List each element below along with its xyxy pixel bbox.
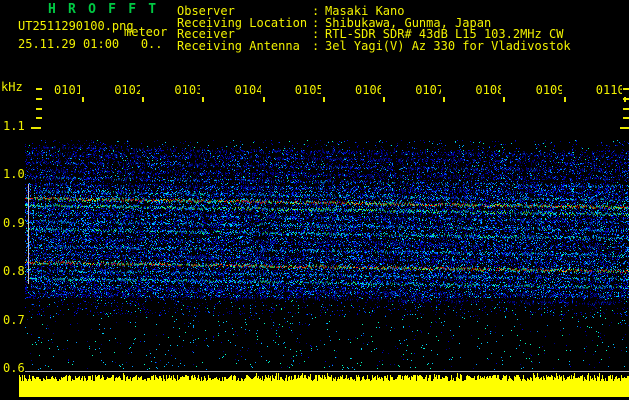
- y-axis-unit: kHz: [1, 80, 23, 94]
- info-value: 3el Yagi(V) Az 330 for Vladivostok: [325, 38, 571, 53]
- tick-mark: [36, 107, 42, 110]
- info-colon: :: [312, 38, 320, 53]
- x-axis-label: 0102: [114, 84, 141, 97]
- spectrogram-canvas: [25, 132, 629, 372]
- tick-mark: [623, 107, 629, 110]
- x-axis-label: 0108: [475, 84, 502, 97]
- tick-mark: [383, 97, 385, 102]
- y-axis-label: 0.9: [3, 215, 25, 230]
- tick-mark: [142, 97, 145, 102]
- tick-mark: [443, 97, 446, 102]
- x-axis-label: 0101: [54, 84, 80, 97]
- output-filename: UT2511290100.png: [18, 19, 134, 33]
- tick-mark: [82, 97, 84, 102]
- y-axis-label: 1.0: [3, 167, 25, 182]
- y-axis-label: 0.7: [3, 312, 25, 327]
- x-axis-label: 0104: [234, 84, 261, 97]
- tick-mark: [36, 117, 42, 120]
- tick-mark: [36, 88, 42, 91]
- tick-mark: [623, 97, 626, 102]
- y-axis-label: 1.1: [3, 119, 25, 133]
- datetime-count-line: 25.11.29 01:00 0..: [18, 37, 163, 51]
- x-axis-label: 0106: [355, 84, 381, 97]
- x-axis-label: 0103: [174, 84, 201, 97]
- x-axis-label: 0109: [535, 84, 562, 97]
- hrofft-window: H R O F F T UT2511290100.png meteor 25.1…: [0, 0, 629, 400]
- tick-mark: [623, 117, 629, 120]
- tick-mark: [31, 127, 41, 129]
- x-axis-label: 0107: [415, 84, 442, 97]
- tick-mark: [620, 127, 629, 129]
- info-label: Receiving Antenna: [177, 38, 300, 53]
- tick-mark: [322, 97, 325, 102]
- calibration-line: [28, 184, 29, 284]
- tick-mark: [623, 88, 629, 91]
- tick-mark: [563, 97, 566, 102]
- x-axis-label: 0105: [294, 84, 321, 97]
- app-title: H R O F F T: [48, 2, 159, 17]
- tick-mark: [202, 97, 205, 102]
- tick-mark: [36, 97, 42, 100]
- y-axis-label: 0.8: [3, 264, 25, 279]
- tick-mark: [262, 97, 265, 102]
- signal-level-bar: [19, 372, 629, 399]
- tick-mark: [503, 97, 506, 102]
- x-axis-label: 0110: [595, 84, 622, 97]
